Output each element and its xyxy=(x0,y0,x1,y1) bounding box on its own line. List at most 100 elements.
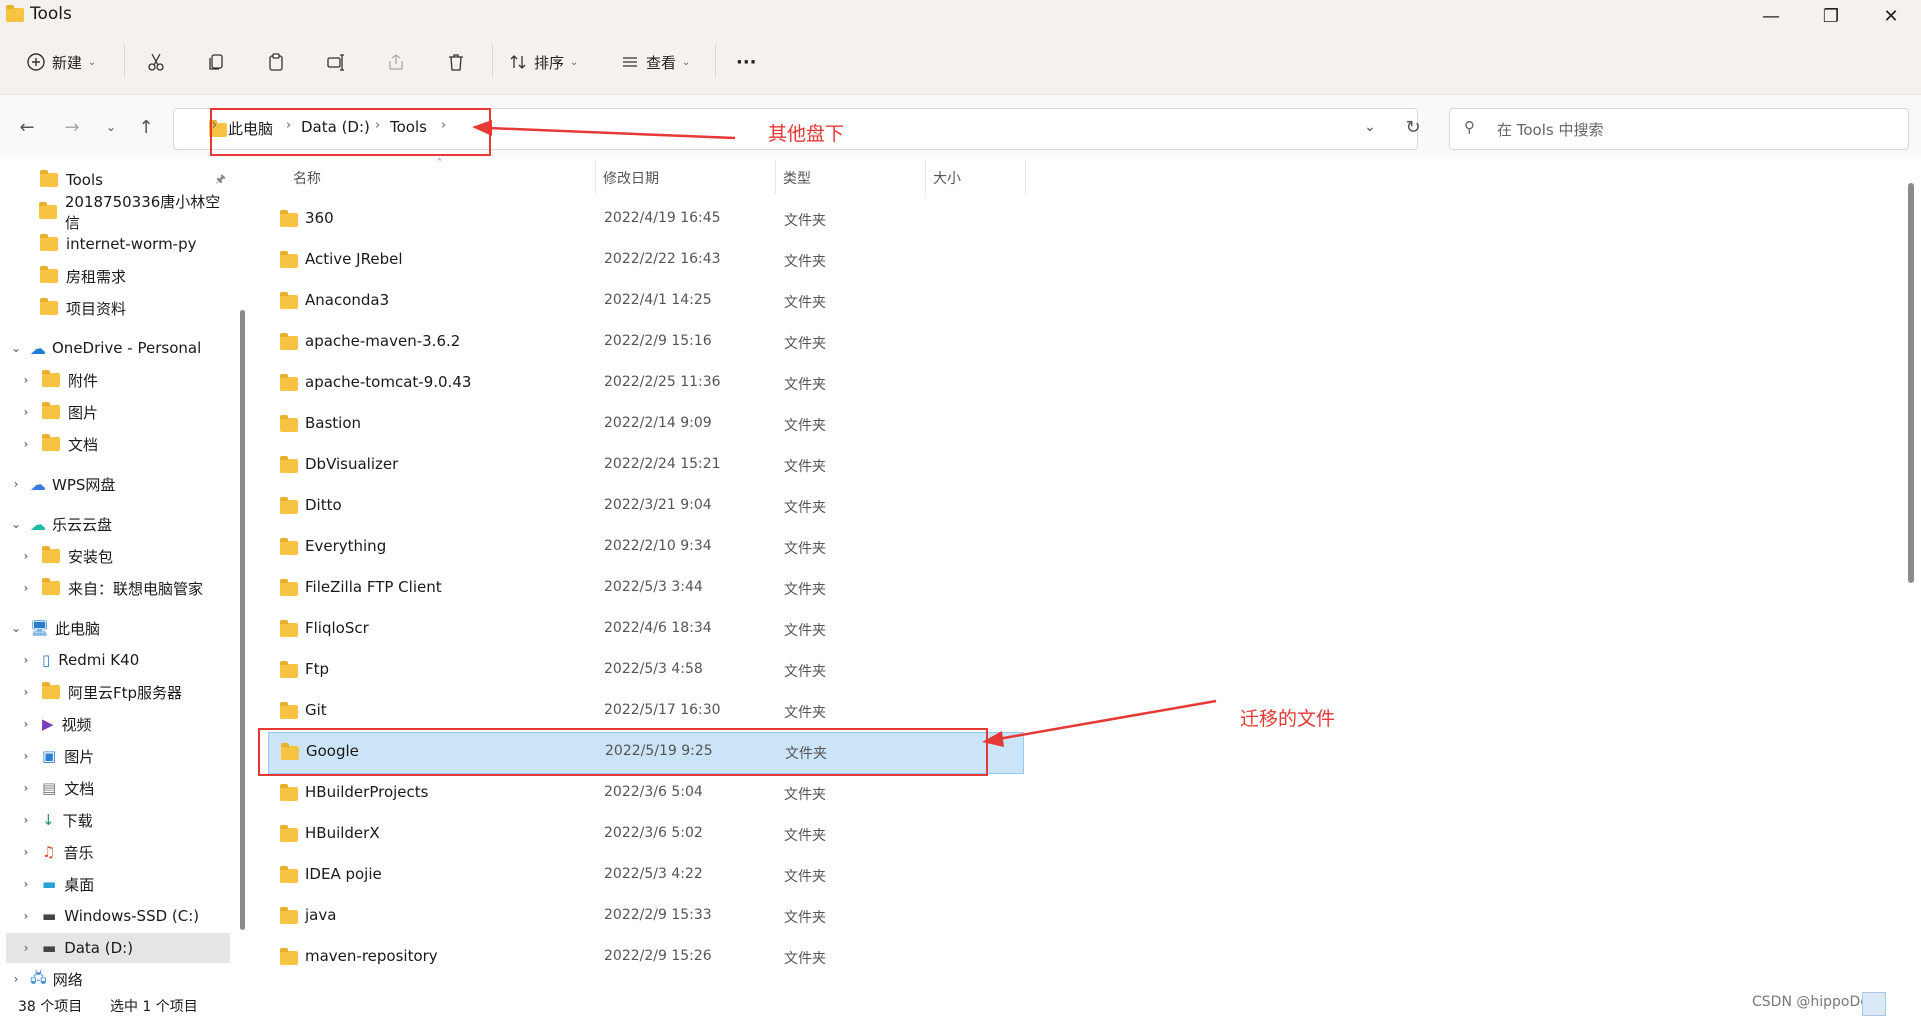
file-type: 文件夹 xyxy=(784,418,826,434)
file-row[interactable]: apache-maven-3.6.2 2022/2/9 15:16 文件夹 xyxy=(268,323,1022,363)
tiles-view-icon[interactable] xyxy=(1892,992,1914,1014)
chevron-right-icon[interactable]: › xyxy=(8,972,24,986)
sidebar-item-quick[interactable]: 项目资料 xyxy=(0,293,232,323)
view-button[interactable]: 查看 ⌄ xyxy=(620,46,690,78)
sidebar-scrollbar[interactable] xyxy=(240,310,245,930)
sidebar-item-desktop[interactable]: › ▬ 桌面 xyxy=(0,869,232,899)
file-row[interactable]: java 2022/2/9 15:33 文件夹 xyxy=(268,897,1022,937)
column-divider[interactable] xyxy=(775,160,776,194)
desktop-icon: ▬ xyxy=(42,875,57,893)
chevron-down-icon[interactable]: ⌄ xyxy=(8,517,24,531)
sidebar-item-installers[interactable]: › 安装包 xyxy=(0,541,232,571)
file-date: 2022/2/9 15:16 xyxy=(604,333,712,349)
refresh-icon[interactable]: ↻ xyxy=(1400,115,1426,139)
file-row[interactable]: FliqloScr 2022/4/6 18:34 文件夹 xyxy=(268,610,1022,650)
file-row[interactable]: Git 2022/5/17 16:30 文件夹 xyxy=(268,692,1022,732)
minimize-button[interactable]: — xyxy=(1741,0,1801,32)
column-header-date[interactable]: 修改日期 xyxy=(603,168,659,188)
chevron-right-icon[interactable]: › xyxy=(18,653,34,667)
sidebar-item-quick[interactable]: 2018750336唐小林空信 xyxy=(0,193,232,232)
rename-button[interactable] xyxy=(326,46,346,78)
sidebar-item-redmi[interactable]: › ▯ Redmi K40 xyxy=(0,645,232,675)
sidebar-item-wps[interactable]: › ☁ WPS网盘 xyxy=(0,469,232,499)
file-list-scrollbar[interactable] xyxy=(1908,183,1914,583)
sidebar-item-lenovo[interactable]: › 来自：联想电脑管家 xyxy=(0,573,232,603)
sidebar-item-pictures[interactable]: › 图片 xyxy=(0,397,232,427)
sidebar-item-videos[interactable]: › ▶ 视频 xyxy=(0,709,232,739)
back-arrow-icon[interactable]: ← xyxy=(14,115,40,139)
delete-button[interactable] xyxy=(446,46,466,78)
column-header-name[interactable]: 名称 xyxy=(293,168,321,188)
cut-button[interactable] xyxy=(146,46,166,78)
file-row[interactable]: Ftp 2022/5/3 4:58 文件夹 xyxy=(268,651,1022,691)
up-arrow-icon[interactable]: ↑ xyxy=(133,115,159,139)
chevron-right-icon[interactable]: › xyxy=(18,845,34,859)
address-dropdown-icon[interactable]: ⌄ xyxy=(1357,115,1383,139)
sidebar-item-this-pc[interactable]: ⌄ 🖥 此电脑 xyxy=(0,613,232,643)
forward-arrow-icon[interactable]: → xyxy=(59,115,85,139)
sidebar-item-pc-documents[interactable]: › ▤ 文档 xyxy=(0,773,232,803)
new-button[interactable]: 新建 ⌄ xyxy=(26,46,96,78)
sidebar-item-onedrive[interactable]: ⌄ ☁ OneDrive - Personal xyxy=(0,333,232,363)
file-row[interactable]: Ditto 2022/3/21 9:04 文件夹 xyxy=(268,487,1022,527)
file-row[interactable]: Active JRebel 2022/2/22 16:43 文件夹 xyxy=(268,241,1022,281)
file-row[interactable]: HBuilderProjects 2022/3/6 5:04 文件夹 xyxy=(268,774,1022,814)
sidebar-item-d-drive[interactable]: › ▬ Data (D:) xyxy=(6,933,230,963)
column-divider[interactable] xyxy=(595,160,596,194)
sidebar-item-music[interactable]: › ♫ 音乐 xyxy=(0,837,232,867)
sidebar-item-label: 图片 xyxy=(68,403,99,422)
paste-button[interactable] xyxy=(266,46,286,78)
chevron-right-icon[interactable]: › xyxy=(18,581,34,595)
chevron-right-icon[interactable]: › xyxy=(18,909,34,923)
file-row[interactable]: IDEA pojie 2022/5/3 4:22 文件夹 xyxy=(268,856,1022,896)
chevron-right-icon[interactable]: › xyxy=(18,405,34,419)
recent-chevron-icon[interactable]: ⌄ xyxy=(98,115,124,139)
chevron-right-icon[interactable]: › xyxy=(18,685,34,699)
column-header-type[interactable]: 类型 xyxy=(783,168,811,188)
chevron-right-icon[interactable]: › xyxy=(18,781,34,795)
more-button[interactable]: ··· xyxy=(736,46,757,78)
file-row[interactable]: Everything 2022/2/10 9:34 文件夹 xyxy=(268,528,1022,568)
sidebar-item-ftp[interactable]: › 阿里云Ftp服务器 xyxy=(0,677,232,707)
copy-button[interactable] xyxy=(206,46,226,78)
column-divider[interactable] xyxy=(925,160,926,194)
details-view-icon[interactable] xyxy=(1862,992,1886,1016)
search-placeholder[interactable]: 在 Tools 中搜索 xyxy=(1497,119,1604,140)
file-row[interactable]: apache-tomcat-9.0.43 2022/2/25 11:36 文件夹 xyxy=(268,364,1022,404)
chevron-right-icon[interactable]: › xyxy=(18,717,34,731)
column-header-size[interactable]: 大小 xyxy=(933,168,961,188)
sidebar-item-quick[interactable]: 房租需求 xyxy=(0,261,232,291)
chevron-right-icon[interactable]: › xyxy=(18,373,34,387)
share-button[interactable] xyxy=(386,46,406,78)
sort-button[interactable]: 排序 ⌄ xyxy=(508,46,578,78)
chevron-right-icon[interactable]: › xyxy=(8,477,24,491)
file-row[interactable]: maven-repository 2022/2/9 15:26 文件夹 xyxy=(268,938,1022,978)
sidebar-item-documents[interactable]: › 文档 xyxy=(0,429,232,459)
chevron-right-icon[interactable]: › xyxy=(18,941,34,955)
sidebar-item-leyun[interactable]: ⌄ ☁ 乐云云盘 xyxy=(0,509,232,539)
file-row[interactable]: Anaconda3 2022/4/1 14:25 文件夹 xyxy=(268,282,1022,322)
chevron-right-icon[interactable]: › xyxy=(18,877,34,891)
plus-circle-icon xyxy=(27,53,45,71)
sidebar-item-label: 音乐 xyxy=(63,843,94,862)
sidebar-item-c-drive[interactable]: › ▬ Windows-SSD (C:) xyxy=(0,901,232,931)
file-row[interactable]: FileZilla FTP Client 2022/5/3 3:44 文件夹 xyxy=(268,569,1022,609)
close-button[interactable]: ✕ xyxy=(1861,0,1921,32)
sidebar-item-pc-pictures[interactable]: › ▣ 图片 xyxy=(0,741,232,771)
sidebar-item-network[interactable]: › 🖧 网络 xyxy=(0,970,232,988)
chevron-down-icon[interactable]: ⌄ xyxy=(8,341,24,355)
file-row[interactable]: HBuilderX 2022/3/6 5:02 文件夹 xyxy=(268,815,1022,855)
chevron-right-icon[interactable]: › xyxy=(18,749,34,763)
sidebar-item-quick[interactable]: internet-worm-py xyxy=(0,229,232,259)
chevron-right-icon[interactable]: › xyxy=(18,549,34,563)
chevron-right-icon[interactable]: › xyxy=(18,437,34,451)
chevron-right-icon[interactable]: › xyxy=(18,813,34,827)
maximize-button[interactable]: ❐ xyxy=(1801,0,1861,32)
file-row[interactable]: DbVisualizer 2022/2/24 15:21 文件夹 xyxy=(268,446,1022,486)
chevron-down-icon[interactable]: ⌄ xyxy=(8,621,24,635)
file-row[interactable]: 360 2022/4/19 16:45 文件夹 xyxy=(268,200,1022,240)
sidebar-item-downloads[interactable]: › ↓ 下载 xyxy=(0,805,232,835)
sidebar-item-attachments[interactable]: › 附件 xyxy=(0,365,232,395)
file-row[interactable]: Bastion 2022/2/14 9:09 文件夹 xyxy=(268,405,1022,445)
column-divider[interactable] xyxy=(1025,160,1026,194)
